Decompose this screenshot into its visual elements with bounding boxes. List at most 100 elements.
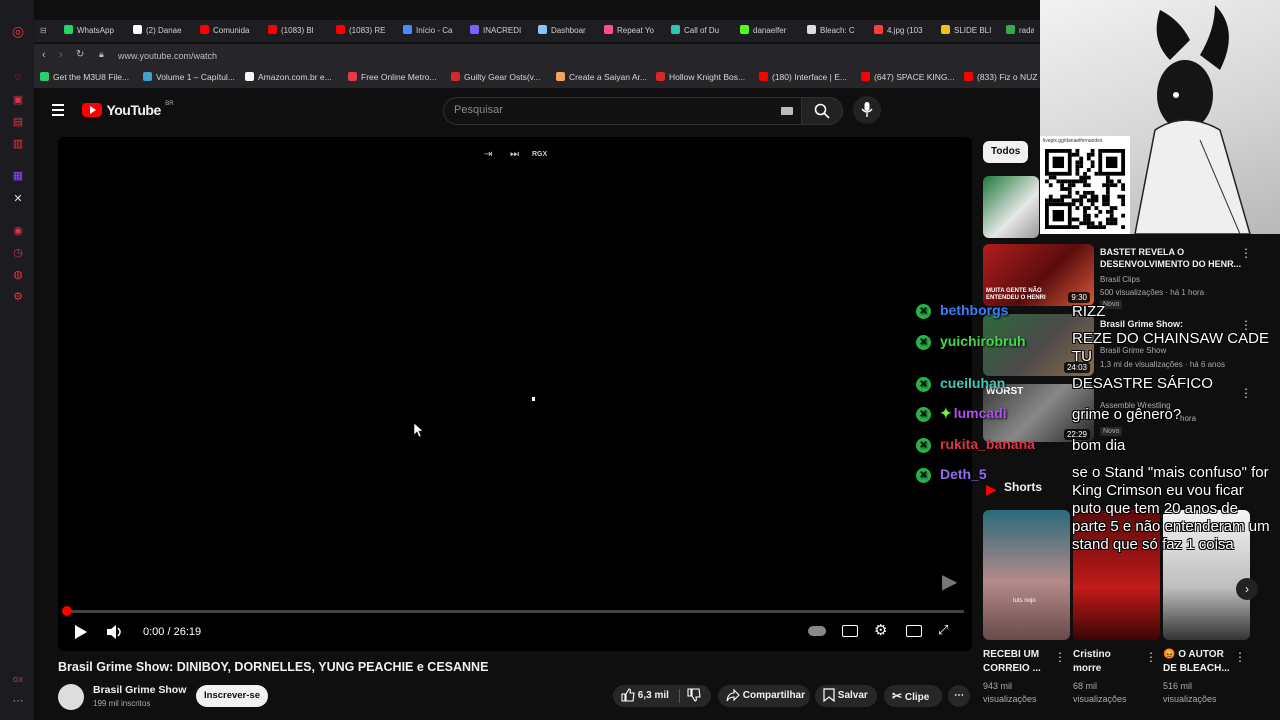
bookmark-item[interactable]: Free Online Metro... [348, 72, 437, 82]
bookmark-item[interactable]: Get the M3U8 File... [40, 72, 129, 82]
keyboard-icon[interactable] [781, 107, 793, 115]
browser-tab[interactable]: Dashboar [538, 24, 598, 38]
video-channel[interactable]: Brasil Clips [1100, 275, 1140, 284]
channel-watermark-icon[interactable]: ▶ [942, 569, 957, 594]
browser-tab[interactable]: danaelfer [740, 24, 801, 38]
subtitles-icon[interactable] [842, 625, 858, 637]
play-icon[interactable] [74, 624, 88, 640]
video-thumbnail[interactable] [983, 176, 1039, 238]
settings-icon[interactable]: ⚙ [11, 290, 25, 304]
subscriber-count: 199 mil inscritos [93, 699, 151, 708]
gx-icon[interactable]: GX [11, 674, 25, 688]
browser-tab[interactable]: Comunida [200, 24, 262, 38]
mouse-cursor-icon [414, 423, 424, 437]
fullscreen-icon[interactable]: ⤢ [938, 622, 948, 638]
bookmark-item[interactable]: Amazon.com.br e... [245, 72, 332, 82]
short-title[interactable]: Cristino morre [1073, 648, 1111, 676]
progress-scrubber[interactable] [62, 606, 72, 616]
chat-username-text: lumcadi [953, 405, 1007, 421]
volume-icon[interactable] [106, 624, 124, 640]
youtube-logo-text: YouTube [106, 101, 161, 118]
url-field[interactable]: www.youtube.com/watch [118, 51, 217, 61]
short-thumbnail[interactable]: tuts nojo [983, 510, 1070, 640]
browser-tab[interactable]: WhatsApp [64, 24, 127, 38]
forward-icon[interactable]: › [59, 49, 63, 61]
opera-logo-icon[interactable]: ◎ [11, 24, 25, 38]
bookmark-item[interactable]: (647) SPACE KING... [861, 72, 955, 82]
short-title[interactable]: 😡 O AUTOR DE BLEACH... [1163, 648, 1230, 676]
bookmark-item[interactable]: (833) Fiz o NUZ [964, 72, 1037, 82]
subscribe-button[interactable]: Inscrever-se [196, 685, 268, 707]
bookmark-label: (180) Interface | E... [772, 72, 847, 82]
short-menu-icon[interactable]: ⋮ [1234, 650, 1246, 664]
like-button[interactable]: 6,3 mil [621, 685, 669, 707]
browser-tab[interactable]: Call of Du [671, 24, 734, 38]
twitch-icon[interactable]: ▦ [11, 169, 25, 183]
chat-icon[interactable]: ◍ [11, 268, 25, 282]
progress-bar[interactable] [62, 606, 964, 616]
save-button[interactable]: Salvar [815, 685, 877, 707]
short-menu-icon[interactable]: ⋮ [1054, 650, 1066, 664]
more-actions-button[interactable]: ⋯ [948, 685, 970, 707]
browser-tab[interactable]: (2) Danae [133, 24, 194, 38]
tab-label: Call of Du [684, 26, 720, 35]
search-input[interactable]: Pesquisar [443, 97, 803, 125]
gmail-icon[interactable]: ▥ [11, 137, 25, 151]
channel-avatar[interactable] [58, 684, 84, 710]
chip-all[interactable]: Todos [983, 141, 1029, 163]
video-menu-icon[interactable]: ⋮ [1240, 246, 1252, 260]
share-button[interactable]: Compartilhar [718, 685, 810, 707]
browser-tab[interactable]: (1083) Bl [268, 24, 330, 38]
short-menu-icon[interactable]: ⋮ [1145, 650, 1157, 664]
browser-tab[interactable]: rada [1006, 24, 1034, 38]
bookmark-label: Create a Saiyan Ar... [569, 72, 647, 82]
scissors-icon: ✂ [892, 689, 903, 703]
menu-icon[interactable] [52, 104, 64, 116]
autoplay-toggle[interactable] [808, 626, 826, 636]
browser-tab[interactable]: SLIDE BLI [941, 24, 1000, 38]
settings-gear-icon[interactable]: ⚙ [874, 621, 887, 639]
tab-favicon-icon [740, 25, 749, 34]
bag-icon[interactable]: ▣ [11, 93, 25, 107]
youtube-logo[interactable]: YouTube BR [82, 101, 174, 119]
history-icon[interactable]: ◷ [11, 246, 25, 260]
browser-tab[interactable]: INACREDI [470, 24, 532, 38]
bookmark-item[interactable]: Create a Saiyan Ar... [556, 72, 647, 82]
browser-sidebar: ◎ ◌ ▣ ▤ ▥ ▦ ✕ ◉ ◷ ◍ ⚙ GX ⋯ [0, 0, 34, 720]
browser-tab[interactable]: 4.jpg (103 [874, 24, 935, 38]
video-title[interactable]: BASTET REVELA O DESENVOLVIMENTO DO HENR..… [1100, 246, 1241, 270]
chat-username: ✕ Deth_5 [916, 466, 987, 483]
player-icon[interactable]: ◉ [11, 224, 25, 238]
tab-overview-icon[interactable]: ⊟ [40, 24, 47, 38]
video-player[interactable]: ⇥ ⏭ RGX ▶ 0:00 / 26:19 ⚙ ⤢ [58, 137, 972, 651]
theater-mode-icon[interactable] [906, 625, 922, 637]
chat-badge-icon: ✕ [916, 438, 931, 453]
browser-tab[interactable]: (1083) RE [336, 24, 397, 38]
chat-username-text: yuichirobruh [940, 333, 1026, 349]
video-thumbnail[interactable]: MUITA GENTE NÃO ENTENDEU O HENRI 9:30 [983, 244, 1094, 306]
messenger-icon[interactable]: ▤ [11, 115, 25, 129]
more-icon[interactable]: ⋯ [11, 694, 25, 708]
browser-tab[interactable]: Bleach: C [807, 24, 868, 38]
dislike-button[interactable] [687, 685, 701, 707]
x-icon[interactable]: ✕ [11, 192, 25, 206]
back-icon[interactable]: ‹ [42, 49, 46, 61]
channel-name[interactable]: Brasil Grime Show [93, 684, 186, 696]
extension-badge[interactable]: RGX [532, 151, 547, 158]
duration-badge: 9:30 [1068, 292, 1090, 303]
next-icon[interactable]: ⏭ [510, 149, 519, 160]
exit-icon[interactable]: ⇥ [484, 149, 492, 160]
bookmark-item[interactable]: Hollow Knight Bos... [656, 72, 745, 82]
clip-button[interactable]: ✂ Clipe [884, 685, 942, 707]
browser-tab[interactable]: Repeat Yo [604, 24, 665, 38]
short-title[interactable]: RECEBI UM CORREIO ... [983, 648, 1041, 676]
reload-icon[interactable]: ↻ [76, 49, 84, 60]
browser-tab[interactable]: Início - Ca [403, 24, 464, 38]
aria-icon[interactable]: ◌ [11, 70, 25, 84]
shorts-next-button[interactable]: › [1236, 578, 1258, 600]
search-button[interactable] [801, 97, 843, 125]
bookmark-item[interactable]: Volume 1 – Capítul... [143, 72, 235, 82]
bookmark-item[interactable]: Guilty Gear Osts(v... [451, 72, 540, 82]
bookmark-item[interactable]: (180) Interface | E... [759, 72, 847, 82]
voice-search-button[interactable] [853, 96, 881, 124]
